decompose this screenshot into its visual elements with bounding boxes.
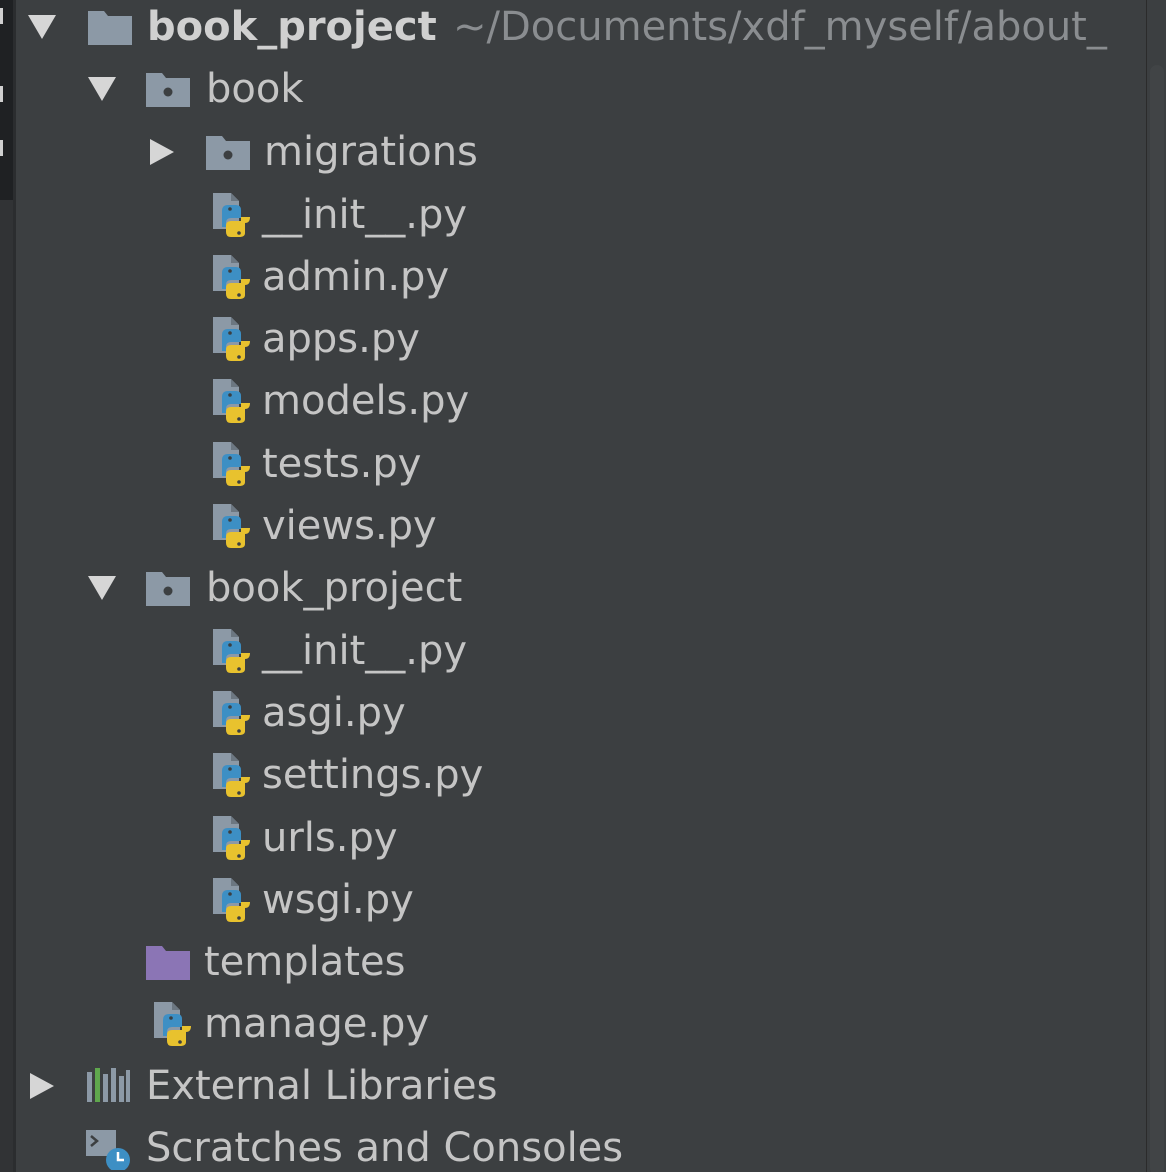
- python-file-icon: [209, 878, 257, 922]
- python-package-folder-icon: [204, 130, 252, 174]
- tree-row-scratches[interactable]: Scratches and Consoles: [16, 1117, 1146, 1172]
- expand-arrow-down-icon[interactable]: [24, 9, 60, 45]
- expand-arrow-right-icon[interactable]: [144, 134, 180, 170]
- python-file-icon: [209, 753, 257, 797]
- python-package-folder-icon: [144, 67, 192, 111]
- file-label: wsgi.py: [262, 877, 414, 923]
- python-file-icon: [209, 629, 257, 673]
- tree-row-file[interactable]: wsgi.py: [16, 869, 1146, 931]
- left-tool-strip-mark: [0, 140, 3, 156]
- tree-row-external-libraries[interactable]: External Libraries: [16, 1055, 1146, 1117]
- expand-arrow-right-icon[interactable]: [24, 1068, 60, 1104]
- templates-folder-icon: [144, 940, 192, 984]
- tree-row-file[interactable]: __init__.py: [16, 620, 1146, 682]
- tree-row-book-project[interactable]: book_project: [16, 557, 1146, 619]
- python-file-icon: [209, 193, 257, 237]
- root-folder-label: book_project: [147, 4, 437, 50]
- external-libraries-label: External Libraries: [146, 1063, 498, 1109]
- scratches-label: Scratches and Consoles: [146, 1125, 624, 1171]
- tree-row-root[interactable]: book_project ~/Documents/xdf_myself/abou…: [16, 0, 1146, 58]
- python-package-folder-icon: [144, 566, 192, 610]
- file-label: tests.py: [262, 441, 422, 487]
- file-label: __init__.py: [262, 628, 468, 674]
- tree-row-templates[interactable]: templates: [16, 931, 1146, 993]
- file-label: asgi.py: [262, 690, 406, 736]
- vertical-scrollbar[interactable]: [1146, 0, 1166, 1172]
- tree-row-book[interactable]: book: [16, 58, 1146, 120]
- python-file-icon: [209, 504, 257, 548]
- tree-row-file[interactable]: __init__.py: [16, 184, 1146, 246]
- external-libraries-icon: [84, 1064, 132, 1108]
- python-file-icon: [209, 442, 257, 486]
- project-folder-icon: [86, 5, 134, 49]
- python-file-icon: [209, 255, 257, 299]
- file-label: apps.py: [262, 316, 420, 362]
- file-label: views.py: [262, 503, 437, 549]
- root-folder-path: ~/Documents/xdf_myself/about_: [453, 4, 1107, 50]
- python-file-icon: [209, 379, 257, 423]
- file-label: urls.py: [262, 815, 398, 861]
- tree-row-file[interactable]: views.py: [16, 495, 1146, 557]
- tree-row-file[interactable]: tests.py: [16, 433, 1146, 495]
- left-tool-strip-mark: [0, 8, 3, 24]
- folder-label: templates: [204, 939, 406, 985]
- file-label: admin.py: [262, 254, 450, 300]
- project-tree: book_project ~/Documents/xdf_myself/abou…: [16, 0, 1146, 1172]
- folder-label: migrations: [264, 129, 478, 175]
- tree-row-file[interactable]: admin.py: [16, 246, 1146, 308]
- tree-row-file[interactable]: apps.py: [16, 308, 1146, 370]
- folder-label: book_project: [206, 565, 463, 611]
- file-label: models.py: [262, 378, 470, 424]
- folder-label: book: [206, 66, 304, 112]
- file-label: __init__.py: [262, 192, 468, 238]
- left-tool-strip-mark: [0, 86, 3, 102]
- tree-row-file[interactable]: models.py: [16, 370, 1146, 432]
- file-label: settings.py: [262, 752, 484, 798]
- expand-arrow-down-icon[interactable]: [84, 570, 120, 606]
- file-label: manage.py: [204, 1001, 430, 1047]
- tree-row-file[interactable]: urls.py: [16, 807, 1146, 869]
- python-file-icon: [209, 317, 257, 361]
- python-file-icon: [209, 691, 257, 735]
- tree-row-migrations[interactable]: migrations: [16, 121, 1146, 183]
- expand-arrow-down-icon[interactable]: [84, 71, 120, 107]
- tree-row-manage[interactable]: manage.py: [16, 993, 1146, 1055]
- python-file-icon: [150, 1002, 198, 1046]
- scrollbar-thumb[interactable]: [1150, 65, 1164, 1172]
- left-tool-strip: [0, 0, 16, 1172]
- tree-row-file[interactable]: asgi.py: [16, 682, 1146, 744]
- scratches-consoles-icon: [84, 1126, 132, 1170]
- python-file-icon: [209, 816, 257, 860]
- tree-row-file[interactable]: settings.py: [16, 744, 1146, 806]
